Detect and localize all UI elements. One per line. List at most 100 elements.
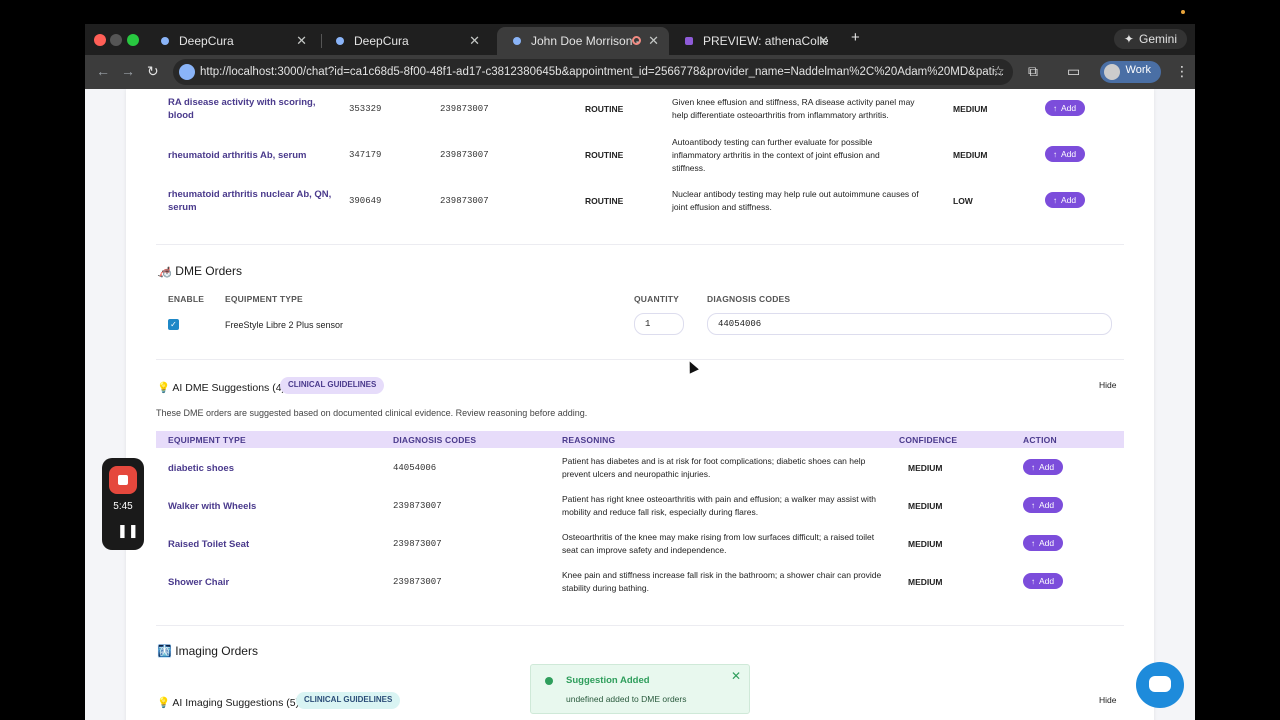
arrow-up-icon: ↑	[1053, 103, 1057, 113]
add-label: Add	[1061, 195, 1077, 205]
dme-equipment: diabetic shoes	[168, 463, 234, 474]
add-label: Add	[1039, 500, 1055, 510]
toast-message: undefined added to DME orders	[566, 694, 687, 704]
address-bar: ← → ↻ http://localhost:3000/chat?id=ca1c…	[85, 55, 1195, 89]
forward-icon[interactable]: →	[121, 63, 135, 79]
confidence: MEDIUM	[908, 577, 943, 587]
cast-icon[interactable]: ▭	[1067, 63, 1080, 80]
reload-icon[interactable]: ↻	[147, 63, 159, 80]
arrow-up-icon: ↑	[1053, 149, 1057, 159]
dme-equipment: Shower Chair	[168, 577, 230, 588]
lab-name: rheumatoid arthritis Ab, serum	[168, 150, 307, 161]
close-icon[interactable]: ✕	[296, 33, 307, 49]
menu-kebab-icon[interactable]: ⋮	[1175, 63, 1189, 80]
arrow-up-icon: ↑	[1031, 538, 1035, 548]
col-quantity: QUANTITY	[634, 294, 680, 304]
close-window-button[interactable]	[94, 34, 106, 46]
sparkle-icon: ✦	[1123, 32, 1134, 46]
recording-time: 5:45	[113, 501, 133, 512]
microphone-icon	[179, 64, 195, 80]
confidence: MEDIUM	[908, 501, 943, 511]
deepcura-favicon-icon	[513, 37, 521, 45]
add-lab-button[interactable]: ↑ Add	[1045, 192, 1086, 208]
ai-imaging-title: 💡 AI Imaging Suggestions (5)	[157, 697, 300, 709]
ai-dme-title: 💡 AI DME Suggestions (4)	[157, 382, 286, 394]
dx-code: 239873007	[393, 539, 442, 549]
browser-tab-1[interactable]: DeepCura ✕	[145, 27, 317, 55]
arrow-up-icon: ↑	[1031, 576, 1035, 586]
extensions-icon[interactable]: ⧉	[1028, 63, 1038, 80]
col-reasoning: REASONING	[562, 435, 616, 445]
lab-code: 347179	[349, 150, 382, 160]
close-icon[interactable]: ✕	[818, 33, 829, 49]
lab-code: 353329	[349, 104, 382, 114]
tab-title: John Doe Morrison - Ferr	[531, 34, 641, 48]
lab-reason: Autoantibody testing can further evaluat…	[672, 137, 880, 173]
status-dot	[1181, 10, 1185, 14]
clinical-guidelines-badge: CLINICAL GUIDELINES	[280, 377, 385, 394]
divider	[156, 625, 1124, 626]
stop-recording-button[interactable]	[109, 466, 137, 494]
priority: ROUTINE	[585, 196, 624, 206]
gemini-button[interactable]: ✦ Gemini	[1113, 29, 1187, 49]
dme-orders-title: 🦽 DME Orders	[157, 264, 242, 278]
browser-window: DeepCura ✕ DeepCura ✕ John Doe Morrison …	[85, 24, 1195, 720]
deepcura-favicon-icon	[161, 37, 169, 45]
success-toast: Suggestion Added undefined added to DME …	[530, 664, 750, 714]
browser-tab-2[interactable]: DeepCura ✕	[320, 27, 490, 55]
close-icon[interactable]: ✕	[469, 33, 480, 49]
dme-reason: Osteoarthritis of the knee may make risi…	[562, 532, 875, 555]
dx-code: 239873007	[440, 150, 489, 160]
close-icon[interactable]: ✕	[648, 33, 659, 49]
athena-favicon-icon	[685, 37, 693, 45]
add-label: Add	[1039, 538, 1055, 548]
url-text: http://localhost:3000/chat?id=ca1c68d5-8…	[200, 66, 1004, 78]
page-content: RA disease activity with scoring, blood …	[85, 89, 1195, 720]
confidence: MEDIUM	[908, 463, 943, 473]
lab-name: RA disease activity with scoring, blood	[168, 97, 316, 121]
add-dme-button[interactable]: ↑ Add	[1023, 459, 1064, 475]
chat-support-button[interactable]	[1136, 662, 1184, 708]
new-tab-button[interactable]: +	[851, 29, 860, 46]
diagnosis-codes-input[interactable]: 44054006	[707, 313, 1112, 335]
priority: ROUTINE	[585, 150, 624, 160]
deepcura-favicon-icon	[336, 37, 344, 45]
add-lab-button[interactable]: ↑ Add	[1045, 146, 1086, 162]
dx-code: 44054006	[393, 463, 437, 473]
dme-equipment: Walker with Wheels	[168, 501, 257, 512]
imaging-orders-title: 🩻 Imaging Orders	[157, 644, 258, 658]
add-label: Add	[1039, 576, 1055, 586]
add-dme-button[interactable]: ↑ Add	[1023, 535, 1064, 551]
lab-name: rheumatoid arthritis nuclear Ab, QN, ser…	[168, 189, 332, 213]
add-dme-button[interactable]: ↑ Add	[1023, 573, 1064, 589]
close-icon[interactable]: ✕	[731, 669, 741, 683]
equipment-name: FreeStyle Libre 2 Plus sensor	[225, 320, 344, 330]
dx-code: 239873007	[393, 577, 442, 587]
col-dx: DIAGNOSIS CODES	[707, 294, 791, 304]
quantity-input[interactable]: 1	[634, 313, 684, 335]
col-confidence: CONFIDENCE	[899, 435, 958, 445]
arrow-up-icon: ↑	[1053, 195, 1057, 205]
check-circle-icon	[545, 677, 553, 685]
hide-imaging-button[interactable]: Hide	[1099, 695, 1116, 705]
bookmark-star-icon[interactable]: ☆	[992, 63, 1005, 80]
maximize-window-button[interactable]	[127, 34, 139, 46]
hide-dme-button[interactable]: Hide	[1099, 380, 1116, 390]
dx-code: 239873007	[440, 104, 489, 114]
add-lab-button[interactable]: ↑ Add	[1045, 100, 1086, 116]
tab-title: PREVIEW: athenaCollector v2	[703, 34, 828, 48]
confidence: MEDIUM	[908, 539, 943, 549]
enable-checkbox[interactable]: ✓	[168, 319, 179, 330]
profile-button[interactable]: Work	[1099, 61, 1161, 83]
url-field[interactable]: http://localhost:3000/chat?id=ca1c68d5-8…	[173, 59, 1013, 85]
minimize-window-button[interactable]	[110, 34, 122, 46]
dme-reason: Knee pain and stiffness increase fall ri…	[562, 570, 882, 593]
back-icon[interactable]: ←	[96, 63, 110, 79]
add-label: Add	[1039, 462, 1055, 472]
dme-equipment: Raised Toilet Seat	[168, 539, 250, 550]
browser-tab-4[interactable]: PREVIEW: athenaCollector v2 ✕	[669, 27, 839, 55]
pause-icon[interactable]: ❚❚	[117, 523, 139, 539]
add-dme-button[interactable]: ↑ Add	[1023, 497, 1064, 513]
add-label: Add	[1061, 103, 1077, 113]
browser-tab-3-active[interactable]: John Doe Morrison - Ferr ✕	[497, 27, 669, 55]
